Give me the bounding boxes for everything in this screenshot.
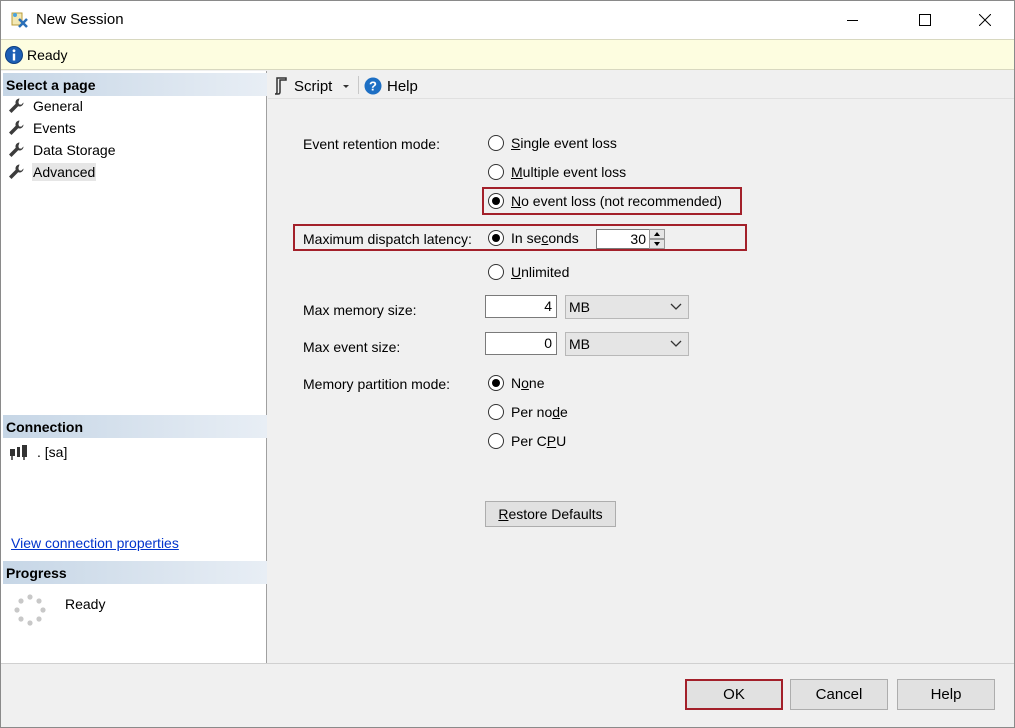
max-memory-unit-select[interactable]: MB: [565, 295, 689, 319]
radio-multiple-event-loss[interactable]: Multiple event loss: [488, 164, 626, 180]
radio-circle: [488, 433, 504, 449]
help-icon: ?: [364, 77, 382, 95]
connection-icon: [10, 445, 27, 460]
help-button-label: Help: [930, 686, 962, 703]
chevron-down-icon: [670, 303, 682, 310]
button-bar: OK Cancel Help: [1, 663, 1014, 727]
page-item-label: Data Storage: [33, 142, 116, 158]
info-icon: [5, 46, 23, 64]
progress-spinner-icon: [14, 594, 46, 626]
dialog-window: New Session Ready Select a page General …: [0, 0, 1015, 728]
radio-circle: [488, 375, 504, 391]
left-panel: Select a page General Events Data Storag…: [1, 71, 267, 663]
max-event-input[interactable]: 0: [485, 332, 557, 355]
select-page-header: Select a page: [3, 73, 267, 96]
radio-label: Multiple event loss: [511, 164, 627, 180]
max-event-label: Max event size:: [303, 339, 401, 355]
radio-circle: [488, 164, 504, 180]
spinner-up-button[interactable]: [649, 229, 665, 239]
script-button[interactable]: Script: [273, 75, 332, 97]
partition-mode-label: Memory partition mode:: [303, 376, 451, 392]
radio-label: No event loss (not recommended): [511, 193, 722, 209]
cancel-label: Cancel: [815, 686, 863, 703]
title-bar: New Session: [1, 1, 1014, 39]
radio-label: None: [511, 375, 545, 391]
wrench-icon: [9, 142, 24, 157]
radio-circle: [488, 404, 504, 420]
view-connection-properties-link[interactable]: View connection properties: [11, 535, 179, 551]
button-label: Restore Defaults: [498, 506, 603, 522]
minimize-icon: [847, 20, 858, 21]
select-value: MB: [569, 299, 590, 315]
close-button[interactable]: [962, 1, 1008, 39]
spinner-down-button[interactable]: [649, 239, 665, 249]
radio-label: Per node: [511, 404, 568, 420]
spin-up-icon: [654, 232, 660, 236]
window-title: New Session: [36, 11, 124, 28]
radio-single-event-loss[interactable]: Single event loss: [488, 135, 617, 151]
help-toolbar-button[interactable]: ? Help: [364, 75, 418, 97]
radio-label: Unlimited: [511, 264, 570, 280]
radio-unlimited[interactable]: Unlimited: [488, 264, 569, 280]
radio-label: Single event loss: [511, 135, 617, 151]
spin-down-icon: [654, 242, 660, 246]
toolbar: Script ? Help: [268, 71, 1014, 99]
radio-circle: [488, 230, 504, 246]
close-icon: [979, 14, 991, 26]
connection-header: Connection: [3, 415, 267, 438]
maximize-button[interactable]: [902, 1, 948, 39]
chevron-down-icon: [670, 340, 682, 347]
connection-value: . [sa]: [37, 444, 68, 460]
ok-button[interactable]: OK: [685, 679, 783, 710]
right-panel: Script ? Help Event retention mode: Sing…: [268, 71, 1014, 663]
radio-partition-per-cpu[interactable]: Per CPU: [488, 433, 566, 449]
svg-text:?: ?: [369, 79, 377, 94]
maximize-icon: [919, 14, 931, 26]
dropdown-arrow-icon: [343, 85, 349, 88]
help-button[interactable]: Help: [897, 679, 995, 710]
wrench-icon: [9, 164, 24, 179]
progress-header: Progress: [3, 561, 267, 584]
session-app-icon: [11, 12, 28, 28]
page-item-label: Events: [33, 120, 76, 136]
dispatch-seconds-input[interactable]: 30: [596, 229, 651, 249]
wrench-icon: [9, 98, 24, 113]
radio-circle: [488, 135, 504, 151]
status-bar: Ready: [1, 39, 1014, 70]
connection-row: . [sa]: [9, 443, 67, 461]
ok-label: OK: [723, 686, 745, 703]
cancel-button[interactable]: Cancel: [790, 679, 888, 710]
progress-status: Ready: [65, 596, 106, 612]
radio-partition-none[interactable]: None: [488, 375, 545, 391]
page-item-label: Advanced: [32, 163, 97, 181]
radio-label: In seconds: [511, 230, 579, 246]
page-item-general[interactable]: General: [7, 96, 84, 116]
minimize-button[interactable]: [830, 1, 876, 39]
toolbar-separator: [358, 76, 359, 94]
radio-no-event-loss[interactable]: No event loss (not recommended): [488, 193, 722, 209]
page-item-events[interactable]: Events: [7, 118, 77, 138]
radio-in-seconds[interactable]: In seconds: [488, 230, 579, 246]
restore-defaults-button[interactable]: Restore Defaults: [485, 501, 616, 527]
wrench-icon: [9, 120, 24, 135]
max-memory-input[interactable]: 4: [485, 295, 557, 318]
radio-partition-per-node[interactable]: Per node: [488, 404, 568, 420]
page-item-advanced[interactable]: Advanced: [7, 162, 97, 182]
dispatch-latency-label: Maximum dispatch latency:: [303, 231, 472, 247]
radio-label: Per CPU: [511, 433, 567, 449]
script-dropdown-button[interactable]: [342, 75, 350, 97]
script-label: Script: [294, 77, 333, 95]
max-event-unit-select[interactable]: MB: [565, 332, 689, 356]
dispatch-seconds-spinner[interactable]: [649, 229, 665, 249]
status-text: Ready: [27, 47, 68, 63]
max-memory-label: Max memory size:: [303, 302, 417, 318]
event-retention-label: Event retention mode:: [303, 136, 440, 152]
page-item-data-storage[interactable]: Data Storage: [7, 140, 117, 160]
select-value: MB: [569, 336, 590, 352]
radio-circle: [488, 264, 504, 280]
script-icon: [274, 77, 287, 95]
page-item-label: General: [33, 98, 83, 114]
help-label: Help: [387, 77, 418, 95]
radio-circle: [488, 193, 504, 209]
